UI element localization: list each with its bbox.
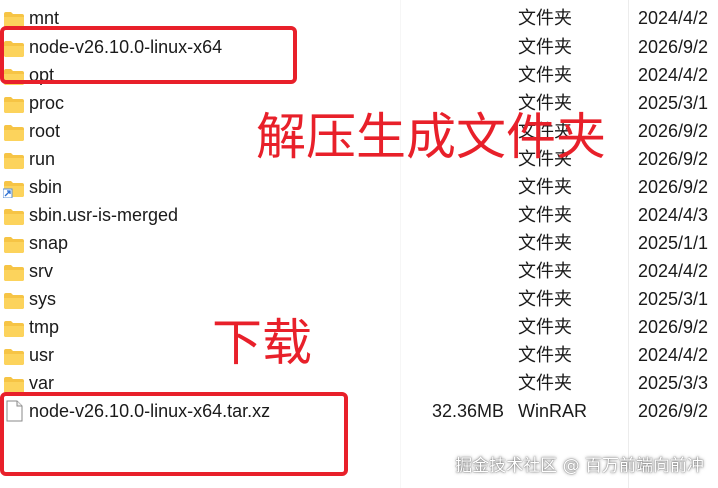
file-row[interactable]: sys 文件夹 2025/3/1	[0, 285, 718, 313]
file-type: WinRAR	[518, 401, 588, 421]
file-type: 文件夹	[518, 205, 572, 225]
file-type: 文件夹	[518, 8, 572, 28]
file-size: 32.36MB	[431, 401, 504, 421]
file-type: 文件夹	[518, 37, 572, 57]
file-date: 2026/9/2	[638, 149, 709, 169]
file-row[interactable]: usr 文件夹 2024/4/2	[0, 341, 718, 369]
file-type: 文件夹	[518, 177, 572, 197]
file-type: 文件夹	[518, 261, 572, 281]
file-name: run	[29, 149, 56, 169]
file-date: 2026/9/2	[638, 37, 709, 57]
folder-icon	[3, 262, 25, 281]
folder-icon	[3, 318, 25, 337]
folder-shortcut-icon	[2, 178, 25, 199]
file-row[interactable]: tmp 文件夹 2026/9/2	[0, 313, 718, 341]
file-name: proc	[29, 93, 65, 113]
file-type: 文件夹	[518, 233, 572, 253]
file-type: 文件夹	[518, 289, 572, 309]
annotation-download: 下载	[212, 314, 312, 372]
file-date: 2026/9/2	[638, 177, 709, 197]
file-date: 2026/9/2	[638, 121, 709, 141]
watermark: 掘金技术社区 @ 百万前端向前冲	[455, 456, 704, 476]
file-date: 2024/4/2	[638, 261, 709, 281]
folder-icon	[3, 9, 25, 28]
file-row[interactable]: sbin.usr-is-merged 文件夹 2024/4/3	[0, 201, 718, 229]
file-name: sys	[29, 289, 56, 309]
file-type: 文件夹	[518, 317, 572, 337]
file-name: root	[29, 121, 61, 141]
file-name: srv	[29, 261, 53, 281]
file-row[interactable]: srv 文件夹 2024/4/2	[0, 257, 718, 285]
file-name: snap	[29, 233, 69, 253]
file-name: sbin.usr-is-merged	[29, 205, 179, 225]
file-date: 2024/4/2	[638, 8, 709, 28]
folder-icon	[3, 122, 25, 141]
file-name: sbin	[29, 177, 63, 197]
folder-icon	[3, 374, 25, 393]
file-type: 文件夹	[518, 65, 572, 85]
file-date: 2025/1/1	[638, 233, 709, 253]
annotation-extract: 解压生成文件夹	[256, 108, 606, 166]
file-date: 2024/4/2	[638, 345, 709, 365]
file-date: 2024/4/2	[638, 65, 709, 85]
file-date: 2024/4/3	[638, 205, 709, 225]
highlight-downloaded-archive	[0, 392, 348, 476]
folder-icon	[3, 234, 25, 253]
file-date: 2025/3/1	[638, 93, 709, 113]
highlight-extracted-folder	[0, 26, 297, 84]
file-row[interactable]: sbin 文件夹 2026/9/2	[0, 173, 718, 201]
file-name: usr	[29, 345, 55, 365]
file-type: 文件夹	[518, 373, 572, 393]
file-date: 2026/9/2	[638, 401, 709, 421]
folder-icon	[3, 346, 25, 365]
file-row[interactable]: snap 文件夹 2025/1/1	[0, 229, 718, 257]
file-type: 文件夹	[518, 345, 572, 365]
folder-icon	[3, 150, 25, 169]
file-name: tmp	[29, 317, 60, 337]
file-date: 2025/3/1	[638, 289, 709, 309]
file-date: 2026/9/2	[638, 317, 709, 337]
folder-icon	[3, 94, 25, 113]
folder-icon	[3, 206, 25, 225]
file-date: 2025/3/3	[638, 373, 709, 393]
folder-icon	[3, 290, 25, 309]
